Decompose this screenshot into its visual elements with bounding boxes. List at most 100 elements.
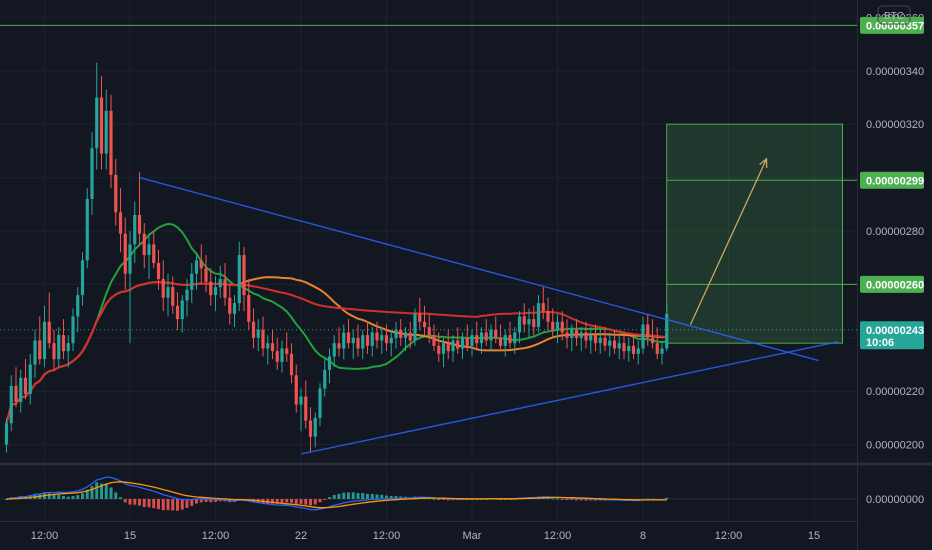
osc-hist-bar: [62, 496, 65, 499]
candle-body: [508, 335, 512, 344]
candle-body: [237, 255, 241, 304]
candle-35: [171, 276, 175, 314]
candle-108: [517, 311, 522, 344]
candle-body: [370, 332, 374, 346]
candle-body: [171, 287, 175, 306]
candle-body: [650, 337, 655, 344]
candle-body: [256, 329, 260, 338]
candle-70: [337, 327, 341, 357]
candle-body: [118, 212, 123, 234]
candle-82: [394, 321, 398, 349]
candle-63: [304, 380, 308, 429]
osc-hist-bar: [104, 483, 108, 499]
osc-hist-bar: [81, 493, 84, 499]
candle-body: [570, 329, 574, 338]
osc-hist-bar: [199, 499, 203, 503]
candle-body: [337, 343, 341, 349]
candle-body: [14, 385, 18, 402]
candle-51: [247, 279, 251, 330]
osc-hist-bar: [370, 493, 374, 499]
candle-112: [536, 295, 541, 333]
trendline-1: [300, 341, 838, 455]
candle-body: [546, 311, 550, 322]
price-tag-3: 0.0000024310:06: [860, 321, 924, 350]
candle-body: [261, 329, 265, 349]
candle-body: [403, 332, 408, 338]
osc-hist-bar: [90, 486, 94, 499]
candle-body: [365, 335, 370, 346]
candle-body: [608, 340, 612, 346]
candle-body: [375, 332, 379, 341]
candle-body: [441, 343, 446, 354]
candle-body: [313, 417, 317, 437]
candle-body: [389, 337, 393, 344]
candle-body: [57, 335, 61, 360]
candle-body: [622, 343, 626, 352]
candle-126: [603, 327, 607, 352]
candle-body: [156, 263, 161, 280]
osc-hist-bar: [152, 499, 156, 509]
osc-hist-bar: [128, 499, 132, 505]
candle-body: [627, 345, 631, 352]
moving-averages: [5, 222, 667, 424]
candle-53: [256, 319, 260, 352]
candle-102: [489, 324, 493, 352]
candle-10: [52, 329, 56, 370]
time-tick-8: 12:00: [715, 530, 743, 542]
candle-127: [608, 332, 612, 357]
candle-body: [142, 233, 146, 256]
osc-hist-bar: [375, 494, 379, 499]
time-tick-4: 12:00: [373, 530, 401, 542]
candle-body: [23, 377, 28, 394]
candle-body: [19, 377, 23, 402]
candle-105: [503, 329, 507, 357]
candle-36: [175, 292, 180, 330]
candle-body: [223, 279, 227, 298]
candle-138: [660, 340, 664, 365]
candle-72: [346, 319, 351, 349]
candle-body: [555, 321, 560, 330]
candle-body: [299, 396, 303, 405]
candle-81: [389, 329, 393, 357]
candle-body: [541, 303, 545, 312]
candle-body: [641, 324, 645, 349]
candle-83: [399, 319, 403, 346]
candle-89: [427, 313, 431, 344]
osc-hist-bar: [309, 499, 312, 506]
candle-body: [418, 313, 422, 322]
candle-body: [85, 198, 89, 261]
candle-99: [475, 321, 479, 349]
osc-hist-bar: [114, 492, 118, 499]
osc-hist-bar: [180, 499, 184, 510]
time-axis[interactable]: 12:00 15 12:00 22 12:00 Mar 12:00 8 12:00 15: [31, 530, 820, 542]
candle-body: [342, 332, 346, 349]
candle-93: [446, 329, 450, 360]
candle-body: [503, 335, 507, 346]
candles: [4, 62, 669, 453]
osc-hist-bar: [161, 499, 165, 511]
candle-4: [23, 359, 28, 400]
candle-96: [460, 332, 465, 360]
osc-hist-bar: [328, 497, 331, 499]
time-tick-0: 12:00: [31, 530, 59, 542]
price-axis[interactable]: 0.000002000.000002200.000002400.00000260…: [866, 12, 924, 506]
candle-body: [475, 335, 479, 344]
price-chart[interactable]: 0.000002000.000002200.000002400.00000260…: [0, 0, 932, 550]
candle-52: [251, 308, 256, 349]
candle-75: [361, 329, 365, 360]
candle-131: [627, 337, 631, 362]
candle-137: [655, 327, 659, 360]
osc-zero-tick: 0.00000000: [866, 494, 924, 506]
osc-hist-bar: [176, 499, 179, 511]
candle-body: [598, 337, 602, 344]
candle-body: [285, 348, 289, 354]
candle-134: [641, 316, 645, 354]
candle-body: [522, 316, 526, 325]
candle-103: [494, 316, 498, 344]
osc-hist-bar: [142, 499, 146, 508]
candle-56: [270, 329, 275, 360]
time-tick-2: 12:00: [202, 530, 230, 542]
candle-122: [584, 321, 588, 349]
candle-body: [123, 233, 127, 274]
candle-body: [194, 260, 199, 274]
